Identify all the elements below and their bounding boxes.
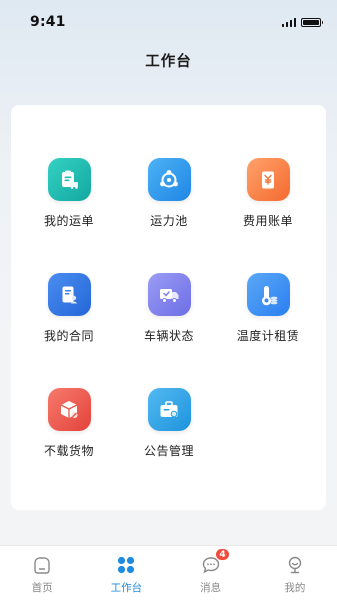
grid-label: 车辆状态 [143, 329, 194, 343]
grid-item-vehicle-status[interactable]: 车辆状态 [117, 273, 221, 353]
tab-bar: 首页 工作台 4 消息 我的 [0, 545, 337, 600]
grid-item-contract[interactable]: 我的合同 [17, 273, 121, 353]
grid-label: 运力池 [150, 214, 188, 228]
grid-label: 我的运单 [43, 214, 94, 228]
thermometer-icon [246, 273, 290, 316]
grid-item-capacity-pool[interactable]: 运力池 [117, 158, 221, 238]
tab-label: 首页 [31, 582, 53, 594]
grid-item-no-load-cargo[interactable]: 不载货物 [17, 388, 121, 468]
waybill-icon [47, 158, 91, 201]
signal-icon [281, 17, 296, 27]
tab-home[interactable]: 首页 [0, 546, 84, 600]
home-icon [31, 554, 53, 576]
grid-item-waybill[interactable]: 我的运单 [17, 158, 121, 238]
message-badge: 4 [215, 548, 230, 561]
grid-label: 不载货物 [43, 444, 94, 458]
tab-profile[interactable]: 我的 [253, 546, 337, 600]
grid-label: 我的合同 [43, 329, 94, 343]
grid-item-thermometer-rental[interactable]: 温度计租赁 [216, 273, 320, 353]
grid-label: 公告管理 [143, 444, 194, 458]
workbench-icon [115, 554, 137, 576]
announcement-icon [147, 388, 191, 431]
tab-label: 我的 [284, 582, 306, 594]
tab-workbench[interactable]: 工作台 [84, 546, 168, 600]
contract-icon [47, 273, 91, 316]
battery-icon [301, 17, 323, 27]
workbench-card: 我的运单 运力池 费用账单 我的合同 车辆状态 温度计租赁 不载货物 公告管理 [11, 105, 326, 510]
grid-item-bill[interactable]: 费用账单 [216, 158, 320, 238]
tab-label: 消息 [200, 582, 222, 594]
grid-label: 温度计租赁 [236, 329, 300, 343]
truck-icon [147, 273, 191, 316]
bill-icon [246, 158, 290, 201]
profile-icon [284, 554, 306, 576]
status-time: 9:41 [30, 14, 66, 30]
tab-messages[interactable]: 4 消息 [169, 546, 253, 600]
status-bar: 9:41 [0, 0, 337, 44]
message-icon: 4 [200, 548, 230, 576]
status-icons [281, 17, 323, 27]
grid-item-announcement[interactable]: 公告管理 [117, 388, 221, 468]
capacity-pool-icon [147, 158, 191, 201]
page-title: 工作台 [145, 54, 192, 70]
tab-label: 工作台 [110, 582, 143, 594]
grid-label: 费用账单 [242, 214, 293, 228]
cargo-icon [47, 388, 91, 431]
